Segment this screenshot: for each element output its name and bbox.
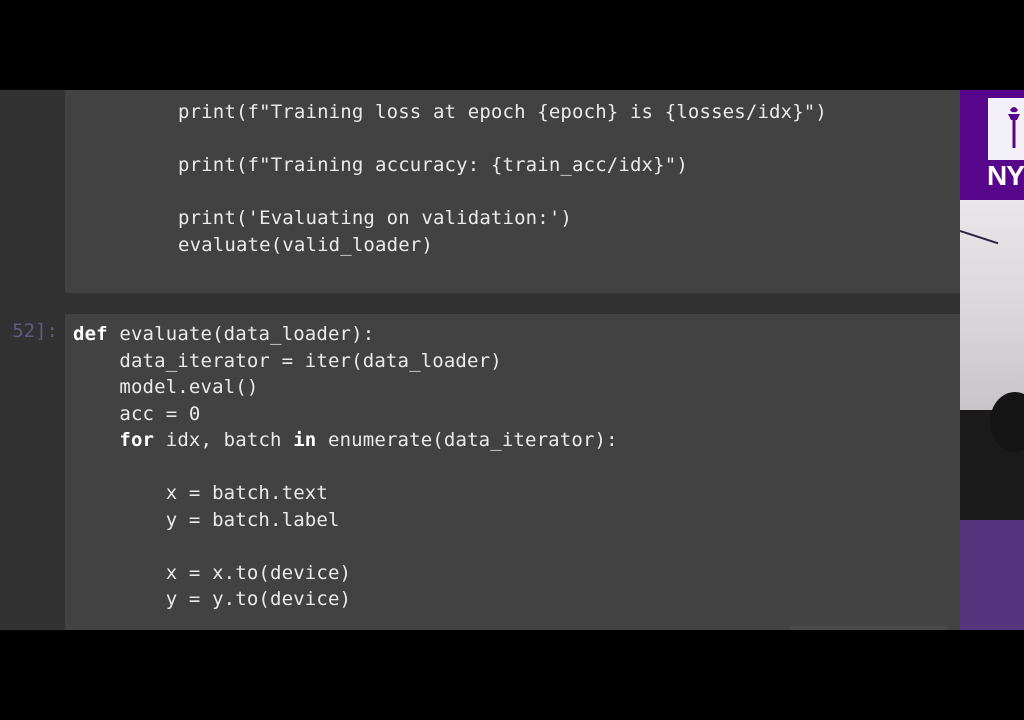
video-purple-panel [960, 520, 1024, 630]
code-line: x = x.to(device) [73, 561, 352, 584]
code-line: print(f"Training accuracy: {train_acc/id… [178, 154, 688, 176]
previous-code-cell[interactable]: print(f"Training loss at epoch {epoch} i… [65, 90, 960, 293]
lecturer [960, 392, 1024, 520]
code-line: data_iterator = iter(data_loader) [73, 349, 502, 372]
lecturer-video-strip: NY [960, 90, 1024, 630]
torch-icon [1008, 107, 1020, 148]
scrollbar-track[interactable] [790, 626, 948, 630]
code-line: acc = 0 [73, 402, 201, 425]
code-line: model.eval() [73, 376, 259, 398]
screen: print(f"Training loss at epoch {epoch} i… [0, 0, 1024, 720]
code-keyword: in [293, 429, 317, 451]
nyu-logo: NY [960, 90, 1024, 200]
code-keyword: for [119, 429, 155, 451]
video-background [960, 200, 1024, 410]
code-line: y = batch.label [73, 508, 340, 531]
logo-text: NY [987, 160, 1024, 191]
code-line: x = batch.text [73, 482, 328, 504]
cell-execution-prompt: 52]: [12, 320, 58, 342]
current-code-cell[interactable]: def evaluate(data_loader): data_iterator… [65, 314, 960, 630]
code-line: evaluate(valid_loader) [178, 233, 433, 256]
current-cell-code[interactable]: def evaluate(data_loader): data_iterator… [73, 321, 618, 613]
previous-cell-code[interactable]: print(f"Training loss at epoch {epoch} i… [178, 99, 827, 258]
code-line: def evaluate(data_loader): [73, 323, 375, 345]
background-line [960, 230, 999, 245]
code-line: print(f"Training loss at epoch {epoch} i… [178, 101, 827, 123]
code-keyword: def [73, 323, 108, 345]
jupyter-notebook: print(f"Training loss at epoch {epoch} i… [0, 90, 960, 630]
code-line: y = y.to(device) [73, 588, 352, 610]
code-line: for idx, batch in enumerate(data_iterato… [119, 429, 618, 451]
code-line: print('Evaluating on validation:') [178, 207, 573, 229]
